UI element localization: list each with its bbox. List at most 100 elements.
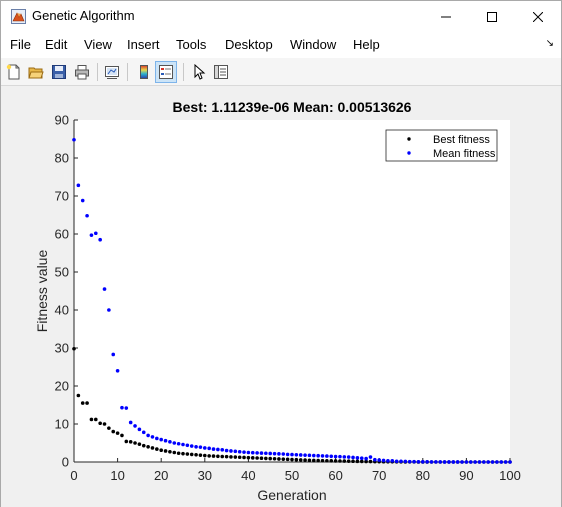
x-tick-label: 60	[328, 468, 342, 483]
x-tick-label: 0	[70, 468, 77, 483]
link-plot-button[interactable]	[101, 61, 123, 83]
best-fitness-point	[159, 448, 163, 453]
mean-fitness-point	[390, 459, 395, 463]
mean-fitness-point	[416, 460, 421, 464]
best-fitness-point	[307, 458, 312, 463]
insert-colorbar-button[interactable]	[133, 61, 155, 83]
mean-fitness-point	[155, 436, 159, 441]
y-tick-label: 50	[55, 265, 69, 280]
mean-fitness-point	[159, 437, 163, 442]
insert-legend-button[interactable]	[155, 61, 177, 83]
best-fitness-point	[185, 452, 190, 456]
best-fitness-point	[229, 455, 233, 459]
best-fitness-point	[351, 459, 355, 464]
save-button[interactable]	[48, 61, 70, 83]
window-title: Genetic Algorithm	[32, 8, 135, 23]
menu-edit[interactable]: Edit	[45, 37, 67, 52]
mean-fitness-point	[460, 460, 464, 464]
mean-fitness-point	[237, 449, 242, 454]
mean-fitness-point	[368, 455, 373, 459]
property-inspector-button[interactable]	[210, 61, 232, 83]
best-fitness-point	[94, 417, 98, 422]
mean-fitness-point	[482, 460, 486, 464]
mean-fitness-point	[264, 451, 268, 456]
print-button[interactable]	[71, 61, 93, 83]
maximize-button[interactable]	[469, 1, 515, 32]
best-fitness-point	[338, 459, 342, 463]
best-fitness-point	[294, 457, 299, 462]
menu-tools[interactable]: Tools	[176, 37, 206, 52]
legend[interactable]: Best fitness Mean fitness	[385, 129, 498, 162]
best-fitness-point	[281, 457, 286, 461]
close-button[interactable]	[515, 1, 561, 32]
mean-fitness-point	[233, 449, 238, 454]
chart-title: Best: 1.11239e-06 Mean: 0.00513626	[173, 99, 412, 115]
mean-fitness-point	[85, 213, 89, 218]
new-figure-button[interactable]	[3, 61, 25, 83]
legend-marker-mean	[407, 151, 411, 155]
best-fitness-point	[198, 453, 203, 457]
mean-fitness-point	[207, 446, 211, 451]
mean-fitness-point	[499, 460, 504, 464]
mean-fitness-point	[198, 445, 203, 449]
best-fitness-point	[85, 401, 89, 405]
mean-fitness-point	[455, 460, 460, 464]
mean-fitness-point	[281, 452, 286, 456]
mean-fitness-point	[111, 352, 116, 357]
best-fitness-point	[259, 456, 264, 461]
best-fitness-point	[133, 441, 137, 445]
mean-fitness-point	[425, 460, 429, 464]
menu-view[interactable]: View	[84, 37, 112, 52]
fitness-chart[interactable]: Best: 1.11239e-06 Mean: 0.00513626 0 10 20…	[1, 87, 561, 507]
mean-fitness-point	[224, 448, 229, 453]
mean-fitness-point	[486, 460, 491, 464]
mean-fitness-point	[403, 459, 408, 464]
open-file-button[interactable]	[25, 61, 47, 83]
best-fitness-point	[150, 446, 155, 450]
best-fitness-point	[146, 445, 150, 449]
figure-window: Genetic Algorithm File Edit View Insert …	[0, 0, 562, 507]
minimize-icon	[441, 16, 451, 17]
dock-arrow-icon[interactable]: ↘	[546, 38, 554, 49]
best-fitness-point	[216, 454, 220, 459]
best-fitness-point	[272, 456, 277, 461]
best-fitness-point	[128, 440, 133, 444]
y-axis-label: Fitness value	[34, 250, 50, 333]
best-fitness-point	[89, 417, 94, 422]
mean-fitness-point	[172, 441, 177, 445]
menu-insert[interactable]: Insert	[127, 37, 160, 52]
menu-desktop[interactable]: Desktop	[225, 37, 273, 52]
best-fitness-point	[203, 453, 207, 458]
menu-file[interactable]: File	[10, 37, 31, 52]
best-fitness-point	[124, 439, 129, 444]
mean-fitness-point	[359, 456, 364, 461]
legend-marker-best	[407, 137, 411, 141]
new-figure-icon	[6, 64, 20, 80]
insert-legend-icon	[159, 65, 173, 79]
mean-fitness-point	[442, 460, 447, 464]
mean-fitness-point	[194, 445, 198, 449]
minimize-button[interactable]	[423, 1, 469, 32]
menu-window[interactable]: Window	[290, 37, 336, 52]
mean-fitness-point	[107, 308, 111, 312]
x-tick-label: 50	[285, 468, 299, 483]
best-fitness-point	[250, 456, 255, 460]
mean-fitness-point	[246, 450, 251, 455]
x-tick-label: 20	[154, 468, 168, 483]
plot-area	[74, 120, 510, 462]
toolbar-separator	[127, 63, 128, 81]
mean-fitness-point	[320, 454, 325, 458]
best-fitness-point	[242, 455, 246, 460]
mean-fitness-point	[298, 453, 303, 457]
menu-help[interactable]: Help	[353, 37, 380, 52]
edit-plot-button[interactable]	[188, 61, 210, 83]
mean-fitness-point	[355, 456, 360, 460]
mean-fitness-point	[346, 455, 351, 459]
mean-fitness-point	[146, 433, 150, 438]
toolbar-separator	[183, 63, 184, 81]
mean-fitness-point	[464, 460, 469, 464]
mean-fitness-point	[220, 448, 225, 452]
best-fitness-point	[268, 456, 273, 461]
best-fitness-point	[312, 458, 316, 463]
title-bar[interactable]: Genetic Algorithm	[1, 1, 561, 32]
